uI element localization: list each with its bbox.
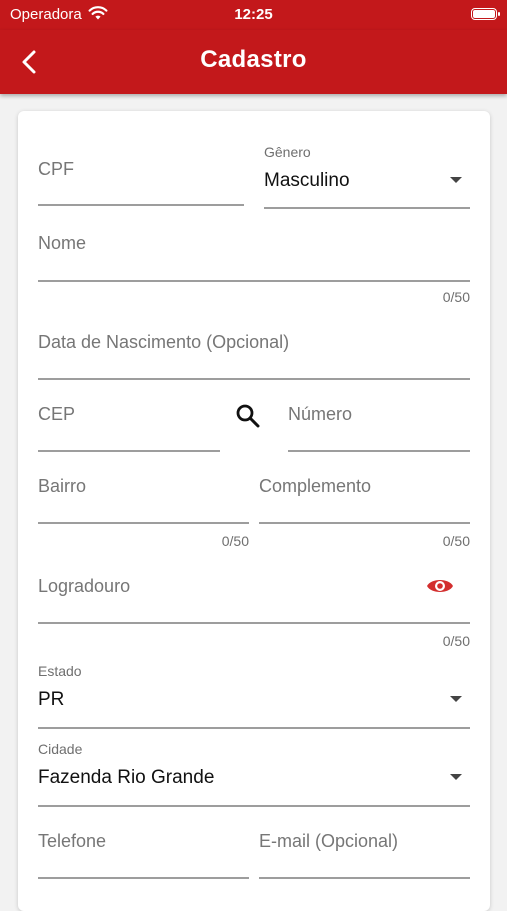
registration-form-card: CPF Gênero Masculino Nome 0/50 Data de N… <box>18 111 490 911</box>
street-field[interactable]: Logradouro 0/50 <box>38 567 470 651</box>
state-value: PR <box>38 689 65 710</box>
gender-label: Gênero <box>264 144 311 160</box>
dropdown-arrow-icon <box>450 774 462 780</box>
cpf-label: CPF <box>38 159 74 179</box>
name-field[interactable]: Nome 0/50 <box>38 225 470 305</box>
street-counter: 0/50 <box>442 633 470 649</box>
name-counter: 0/50 <box>442 289 470 305</box>
cpf-underline <box>38 204 244 206</box>
gender-underline <box>264 207 470 209</box>
street-underline <box>38 622 470 624</box>
phone-field[interactable]: Telefone <box>38 823 249 883</box>
status-bar: Operadora 12:25 <box>0 0 507 30</box>
cep-underline <box>38 450 220 452</box>
email-field[interactable]: E-mail (Opcional) <box>259 823 470 883</box>
app-bar: Cadastro <box>0 30 507 94</box>
dropdown-arrow-icon <box>450 177 462 183</box>
neighborhood-counter: 0/50 <box>221 533 249 549</box>
status-time: 12:25 <box>234 6 273 23</box>
city-value: Fazenda Rio Grande <box>38 767 215 788</box>
state-underline <box>38 727 470 729</box>
email-underline <box>259 877 470 879</box>
battery-icon <box>471 8 500 20</box>
complement-counter: 0/50 <box>442 533 470 549</box>
page-title: Cadastro <box>200 46 307 73</box>
neighborhood-underline <box>38 522 249 524</box>
number-underline <box>288 450 470 452</box>
phone-label: Telefone <box>38 831 107 851</box>
birthdate-label: Data de Nascimento (Opcional) <box>38 332 290 352</box>
city-select[interactable]: Cidade Fazenda Rio Grande <box>38 739 470 809</box>
cep-label: CEP <box>38 404 76 424</box>
cpf-field[interactable]: CPF <box>38 149 244 207</box>
complement-label: Complemento <box>259 476 372 496</box>
gender-select[interactable]: Gênero Masculino <box>264 141 470 209</box>
street-label: Logradouro <box>38 576 131 596</box>
email-label: E-mail (Opcional) <box>259 831 399 851</box>
neighborhood-field[interactable]: Bairro 0/50 <box>38 467 249 551</box>
search-icon[interactable] <box>234 402 262 435</box>
complement-field[interactable]: Complemento 0/50 <box>259 467 470 551</box>
state-select[interactable]: Estado PR <box>38 661 470 731</box>
cep-field[interactable]: CEP <box>38 395 220 455</box>
phone-underline <box>38 877 249 879</box>
birthdate-underline <box>38 378 470 380</box>
eye-icon[interactable] <box>425 573 455 604</box>
neighborhood-label: Bairro <box>38 476 87 496</box>
dropdown-arrow-icon <box>450 696 462 702</box>
number-label: Número <box>288 404 353 424</box>
city-underline <box>38 805 470 807</box>
gender-value: Masculino <box>264 170 350 191</box>
number-field[interactable]: Número <box>288 395 470 455</box>
state-label: Estado <box>38 663 82 679</box>
name-underline <box>38 280 470 282</box>
complement-underline <box>259 522 470 524</box>
name-label: Nome <box>38 233 87 253</box>
birthdate-field[interactable]: Data de Nascimento (Opcional) <box>38 323 470 383</box>
city-label: Cidade <box>38 741 83 757</box>
